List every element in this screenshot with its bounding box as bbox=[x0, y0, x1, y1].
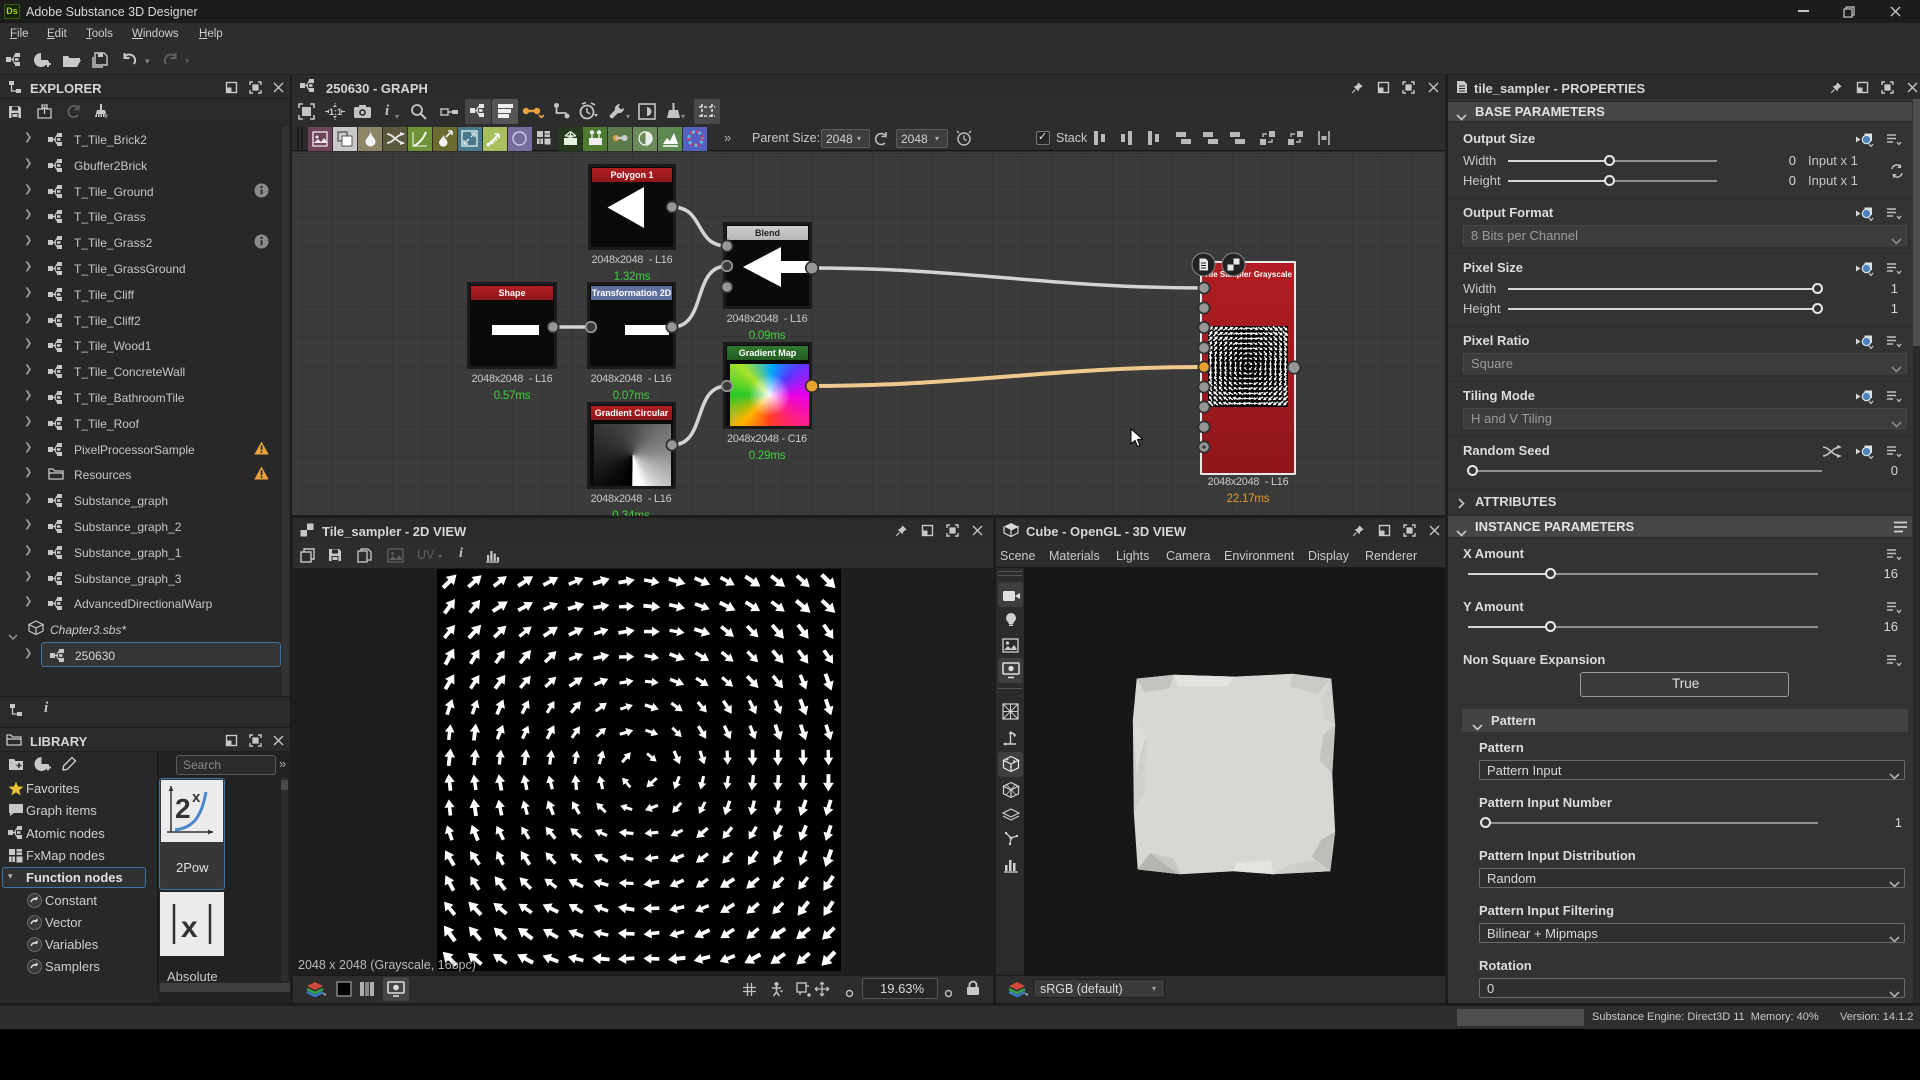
svg-text:x: x bbox=[181, 911, 198, 944]
svg-text:x: x bbox=[192, 789, 201, 806]
svg-text:1:1: 1:1 bbox=[329, 107, 342, 117]
svg-text:2: 2 bbox=[175, 793, 191, 824]
